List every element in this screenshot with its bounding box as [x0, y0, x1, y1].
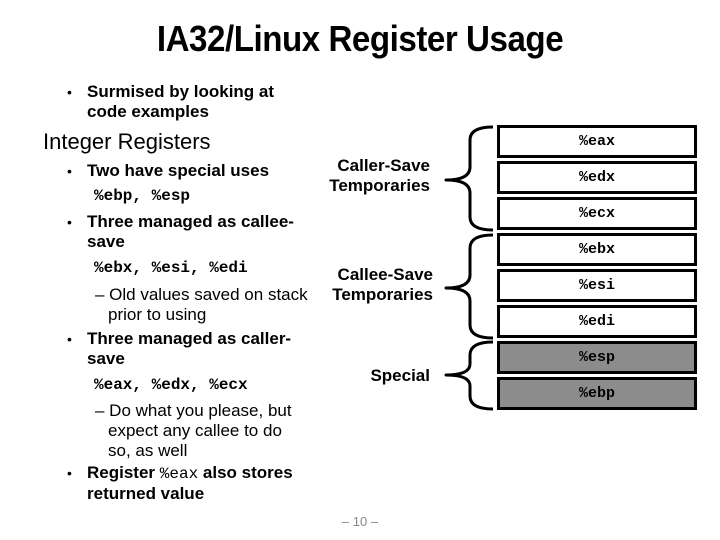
section-heading: Integer Registers — [43, 129, 211, 154]
bullet-text: also stores — [202, 463, 293, 482]
group-line: Special — [370, 366, 430, 385]
bullet-glyph: • — [67, 214, 72, 230]
code-caller-regs: %eax, %edx, %ecx — [94, 376, 248, 394]
register-ecx: %ecx — [497, 197, 697, 230]
intro-line-2: code examples — [87, 102, 209, 121]
code-eax: %eax — [159, 465, 199, 483]
group-line: Temporaries — [332, 285, 433, 304]
sub-line: – Old values saved on stack — [95, 285, 308, 304]
bullet-callee-save: Three managed as callee- save — [87, 212, 294, 252]
bullet-glyph: • — [67, 84, 72, 100]
bullet-eax-return: Register %eax also stores returned value — [87, 463, 293, 504]
bullet-line: Three managed as callee- — [87, 212, 294, 231]
code-callee-regs: %ebx, %esi, %edi — [94, 259, 248, 277]
bullet-line: returned value — [87, 484, 205, 503]
register-esi: %esi — [497, 269, 697, 302]
register-ebp: %ebp — [497, 377, 697, 410]
bullet-line: save — [87, 232, 125, 251]
bullet-line: Three managed as caller- — [87, 329, 292, 348]
sub-line: expect any callee to do — [108, 421, 282, 440]
sub-line: prior to using — [108, 305, 207, 324]
group-line: Callee-Save — [337, 265, 433, 284]
register-ebx: %ebx — [497, 233, 697, 266]
sub-line: – Do what you please, but — [95, 401, 292, 420]
brace-callee-save — [444, 233, 494, 340]
bullet-glyph: • — [67, 163, 72, 179]
group-line: Caller-Save — [337, 156, 430, 175]
bullet-special-uses: Two have special uses — [87, 161, 270, 180]
register-eax: %eax — [497, 125, 697, 158]
group-label-callee-save: Callee-Save Temporaries — [300, 265, 433, 305]
bullet-glyph: • — [67, 331, 72, 347]
brace-caller-save — [444, 125, 494, 232]
bullet-caller-save: Three managed as caller- save — [87, 329, 291, 369]
bullet-text: Register — [87, 463, 156, 482]
sub-bullet-caller: – Do what you please, but expect any cal… — [95, 401, 292, 461]
bullet-line: save — [87, 349, 125, 368]
intro-bullet: Surmised by looking at code examples — [87, 82, 274, 122]
bullet-glyph: • — [67, 465, 72, 481]
brace-special — [444, 340, 494, 411]
group-line: Temporaries — [329, 176, 430, 195]
group-label-special: Special — [300, 366, 430, 386]
sub-bullet-callee: – Old values saved on stack prior to usi… — [95, 285, 308, 325]
register-edx: %edx — [497, 161, 697, 194]
group-label-caller-save: Caller-Save Temporaries — [300, 156, 430, 196]
code-special-regs: %ebp, %esp — [94, 187, 191, 205]
brace-group — [444, 125, 494, 411]
sub-line: so, as well — [108, 441, 188, 460]
register-esp: %esp — [497, 341, 697, 374]
register-edi: %edi — [497, 305, 697, 338]
intro-line-1: Surmised by looking at — [87, 82, 275, 101]
slide-title: IA32/Linux Register Usage — [156, 18, 564, 59]
page-number: – 10 – — [341, 514, 379, 529]
